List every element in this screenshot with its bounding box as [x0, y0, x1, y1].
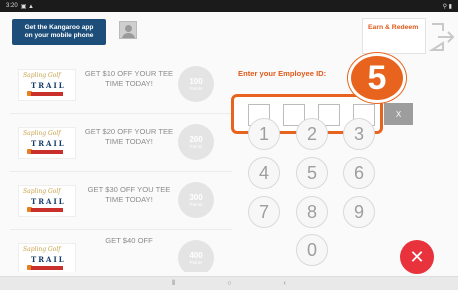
avatar[interactable] [119, 21, 137, 39]
points-badge: 100 Points [178, 66, 214, 102]
keypad-key-7[interactable]: 7 [248, 196, 280, 228]
clear-button[interactable]: X [384, 103, 413, 125]
kangaroo-app-banner[interactable]: Get the Kangaroo app on your mobile phon… [12, 19, 106, 45]
back-icon[interactable]: ‹ [283, 280, 285, 287]
reward-description: GET $20 OFF YOUR TEE TIME TODAY! [84, 127, 174, 146]
banner-line-2: on your mobile phone [24, 32, 94, 39]
recent-apps-icon[interactable]: ⦀ [172, 280, 175, 288]
banner-line-1: Get the Kangaroo app [24, 23, 94, 31]
points-badge: 200 Points [178, 124, 214, 160]
reward-description: GET $10 OFF YOUR TEE TIME TODAY! [84, 69, 174, 88]
keypad-key-0[interactable]: 0 [296, 234, 328, 266]
keypad-key-3[interactable]: 3 [343, 118, 375, 150]
keypad-key-4[interactable]: 4 [248, 157, 280, 189]
points-badge: 300 Points [178, 182, 214, 218]
status-bar: 3:20 ▣ ▲ ⚲ ▮ [0, 0, 458, 12]
reward-description: GET $40 OFF [105, 236, 153, 245]
earn-redeem-label: Earn & Redeem [368, 24, 419, 31]
golf-trail-logo: Sapling Golf TRAIL [18, 185, 76, 217]
close-button[interactable]: ✕ [400, 240, 434, 274]
keypad-key-5[interactable]: 5 [296, 157, 328, 189]
status-time: 3:20 [6, 3, 18, 9]
reward-description: GET $30 OFF YOU TEE TIME TODAY! [87, 185, 171, 204]
keypad-key-1[interactable]: 1 [248, 118, 280, 150]
home-icon[interactable]: ○ [227, 280, 231, 287]
reward-item[interactable]: Sapling Golf TRAIL GET $20 OFF YOUR TEE … [10, 114, 232, 172]
app-screen: Get the Kangaroo app on your mobile phon… [0, 12, 458, 276]
golf-trail-logo: Sapling Golf TRAIL [18, 69, 76, 101]
keypad-key-6[interactable]: 6 [343, 157, 375, 189]
golf-trail-logo: Sapling Golf TRAIL [18, 127, 76, 159]
golf-trail-logo: Sapling Golf TRAIL [18, 243, 76, 272]
rewards-list[interactable]: Sapling Golf TRAIL GET $10 OFF YOUR TEE … [10, 56, 232, 272]
points-badge: 400 Points [178, 240, 214, 272]
employee-id-label: Enter your Employee ID: [238, 69, 327, 78]
reward-item[interactable]: Sapling Golf TRAIL GET $40 OFF 400 Point… [10, 230, 232, 272]
avatar-body [122, 33, 135, 38]
step-number-badge: 5 [348, 53, 406, 103]
reward-item[interactable]: Sapling Golf TRAIL GET $10 OFF YOUR TEE … [10, 56, 232, 114]
logout-icon[interactable] [429, 22, 455, 52]
close-icon: ✕ [409, 246, 425, 267]
system-icons: ⚲ ▮ [442, 3, 452, 10]
keypad-key-9[interactable]: 9 [343, 196, 375, 228]
reward-item[interactable]: Sapling Golf TRAIL GET $30 OFF YOU TEE T… [10, 172, 232, 230]
avatar-head [125, 25, 132, 32]
navigation-bar: ⦀ ○ ‹ [0, 276, 458, 290]
notification-icons: ▣ ▲ [20, 3, 34, 10]
keypad-key-2[interactable]: 2 [296, 118, 328, 150]
keypad-key-8[interactable]: 8 [296, 196, 328, 228]
